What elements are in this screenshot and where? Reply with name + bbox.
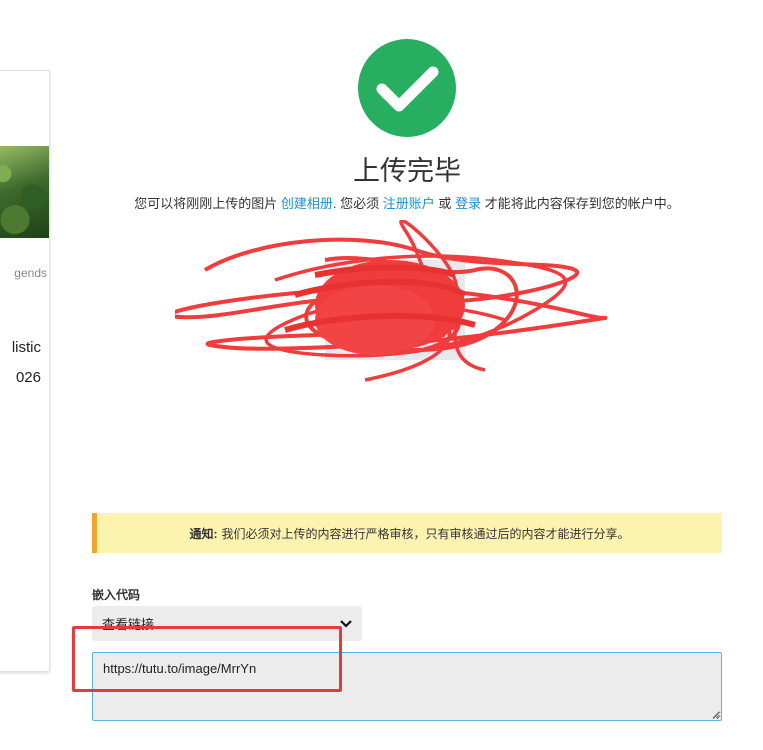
resize-handle-icon[interactable] <box>712 711 720 719</box>
message-or: 或 <box>438 196 452 211</box>
embed-type-select[interactable]: 查看链接 <box>92 606 362 641</box>
check-circle-icon <box>358 39 456 137</box>
page-title: 上传完毕 <box>353 156 461 186</box>
message-middle: . 您必须 <box>332 196 380 211</box>
login-link[interactable]: 登录 <box>455 196 481 211</box>
chevron-down-icon <box>340 617 352 631</box>
notice-label: 通知: <box>189 526 218 541</box>
upload-complete-page: gends listic 026 上传完毕 您可以将刚刚上传的图片 创建相册. … <box>0 0 763 750</box>
redacted-image-preview <box>175 220 608 382</box>
upload-message: 您可以将刚刚上传的图片 创建相册. 您必须 注册账户 或 登录 才能将此内容保存… <box>0 193 763 212</box>
embed-code-textarea[interactable]: https://tutu.to/image/MrrYn <box>92 652 722 721</box>
message-prefix: 您可以将刚刚上传的图片 <box>134 196 278 211</box>
embed-select-value: 查看链接 <box>102 617 155 632</box>
side-text-line-2: 026 <box>15 369 41 386</box>
side-text-line-1: listic <box>11 339 41 356</box>
register-link[interactable]: 注册账户 <box>383 196 435 211</box>
moderation-notice: 通知: 我们必须对上传的内容进行严格审核，只有审核通过后的内容才能进行分享。 <box>92 513 722 553</box>
embed-code-label: 嵌入代码 <box>92 588 141 602</box>
side-legend-text: gends <box>14 266 47 280</box>
notice-text: 我们必须对上传的内容进行严格审核，只有审核通过后的内容才能进行分享。 <box>221 526 630 541</box>
message-suffix: 才能将此内容保存到您的帐户中。 <box>484 196 680 211</box>
create-album-link[interactable]: 创建相册 <box>281 196 333 211</box>
